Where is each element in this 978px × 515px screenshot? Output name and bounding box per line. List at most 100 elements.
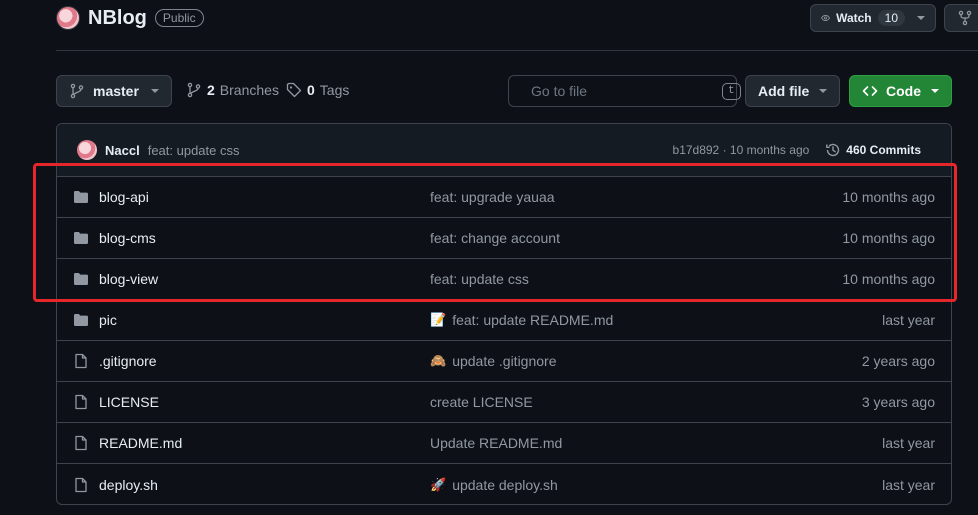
file-row[interactable]: blog-api feat: upgrade yauaa 10 months ago <box>57 177 951 218</box>
commit-time: last year <box>882 435 935 451</box>
commit-message-text: update .gitignore <box>452 353 557 369</box>
commit-time: last year <box>882 476 935 493</box>
add-file-button[interactable]: Add file <box>745 75 840 107</box>
commit-message-text: Update README.md <box>430 435 563 451</box>
fork-button[interactable] <box>944 4 978 32</box>
add-file-label: Add file <box>758 83 810 99</box>
commit-emoji: 🚀 <box>430 476 447 492</box>
branches-link[interactable]: 2 Branches <box>186 82 279 98</box>
code-icon <box>862 86 878 96</box>
commit-message-text: feat: update css <box>430 271 529 287</box>
latest-commit-bar: Naccl feat: update css b17d892 · 10 mont… <box>57 124 951 177</box>
file-name-link[interactable]: pic <box>99 312 430 328</box>
file-name-link[interactable]: LICENSE <box>99 394 430 410</box>
folder-icon <box>74 232 88 244</box>
commit-message-link[interactable]: feat: upgrade yauaa <box>430 189 555 205</box>
file-name-link[interactable]: .gitignore <box>99 353 430 369</box>
commit-message-text: feat: upgrade yauaa <box>430 189 555 205</box>
file-name-link[interactable]: README.md <box>99 435 430 451</box>
shortcut-hint: t <box>722 82 741 100</box>
branch-selector[interactable]: master <box>56 75 172 107</box>
commit-time: 10 months ago <box>842 189 935 205</box>
file-name-link[interactable]: blog-view <box>99 271 430 287</box>
file-icon <box>75 353 87 369</box>
code-button[interactable]: Code <box>849 75 952 107</box>
search-input[interactable] <box>531 83 712 99</box>
chevron-down-icon <box>931 89 939 93</box>
watch-count: 10 <box>877 10 905 26</box>
eye-icon <box>821 15 830 21</box>
folder-icon <box>74 273 88 285</box>
repo-name[interactable]: NBlog <box>88 7 147 30</box>
commit-emoji: 🙈 <box>430 353 447 368</box>
file-row[interactable]: README.md Update README.md last year <box>57 423 951 464</box>
file-name-link[interactable]: deploy.sh <box>99 477 430 493</box>
file-row[interactable]: .gitignore 🙈 update .gitignore 2 years ago <box>57 341 951 382</box>
branch-icon <box>187 82 201 98</box>
file-row[interactable]: LICENSE create LICENSE 3 years ago <box>57 382 951 423</box>
commit-time: 10 months ago <box>842 271 935 287</box>
header-divider <box>56 50 978 51</box>
watch-button[interactable]: Watch 10 <box>810 4 936 32</box>
commit-message-link[interactable]: feat: update css <box>430 271 529 287</box>
commit-hash-time[interactable]: b17d892 · 10 months ago <box>673 143 810 157</box>
tag-icon <box>286 82 302 98</box>
branches-count: 2 <box>207 82 215 98</box>
commits-history-link[interactable]: 460 Commits <box>825 142 921 158</box>
file-row[interactable]: blog-view feat: update css 10 months ago <box>57 259 951 300</box>
file-icon-wrap <box>73 435 89 451</box>
file-list: blog-api feat: upgrade yauaa 10 months ago… <box>57 177 951 504</box>
branch-icon <box>70 83 84 99</box>
folder-icon-wrap <box>73 189 89 205</box>
branches-label: Branches <box>219 82 279 98</box>
folder-icon-wrap <box>73 230 89 246</box>
chevron-down-icon <box>917 16 925 20</box>
visibility-badge: Public <box>154 9 204 27</box>
file-row[interactable]: pic 📝 feat: update README.md last year <box>57 300 951 341</box>
commit-message-link[interactable]: 📝 feat: update README.md <box>430 312 613 328</box>
file-row[interactable]: blog-cms feat: change account 10 months ag… <box>57 218 951 259</box>
chevron-down-icon <box>819 89 827 93</box>
repo-header: NBlog Public <box>56 6 204 30</box>
file-icon <box>75 435 87 451</box>
commit-emoji: 📝 <box>430 312 447 327</box>
tags-label: Tags <box>319 82 350 98</box>
commit-message-link[interactable]: create LICENSE <box>430 394 533 410</box>
history-icon <box>826 143 840 157</box>
commit-message-link[interactable]: Update README.md <box>430 435 562 451</box>
commit-message[interactable]: feat: update css <box>148 143 240 158</box>
file-table: Naccl feat: update css b17d892 · 10 mont… <box>56 123 952 505</box>
commit-message-text: update deploy.sh <box>452 476 558 493</box>
commit-message-link[interactable]: 🙈 update .gitignore <box>430 353 557 369</box>
file-name-link[interactable]: blog-api <box>99 189 430 205</box>
file-row[interactable]: deploy.sh 🚀 update deploy.sh last year <box>57 464 951 504</box>
fork-icon <box>958 10 972 26</box>
author-avatar[interactable] <box>77 140 97 160</box>
file-icon <box>75 477 87 492</box>
commit-time: last year <box>882 312 935 328</box>
file-icon-wrap <box>73 477 89 493</box>
branch-name: master <box>93 83 139 99</box>
tags-link[interactable]: 0 Tags <box>286 82 349 98</box>
file-icon <box>75 394 87 410</box>
chevron-down-icon <box>151 89 159 93</box>
commit-time: 3 years ago <box>861 394 935 410</box>
commit-message-text: feat: update README.md <box>452 312 614 328</box>
commit-message-link[interactable]: 🚀 update deploy.sh <box>430 477 558 493</box>
commit-author[interactable]: Naccl <box>105 143 140 158</box>
owner-avatar[interactable] <box>56 6 80 30</box>
go-to-file-search[interactable]: t <box>508 75 741 107</box>
commit-time: 2 years ago <box>861 353 935 369</box>
commit-message-link[interactable]: feat: change account <box>430 230 560 246</box>
commit-meta: b17d892 · 10 months ago 460 Commits <box>673 142 921 158</box>
watch-label: Watch <box>836 11 872 25</box>
folder-icon-wrap <box>73 312 89 328</box>
commit-message-text: feat: change account <box>430 230 560 246</box>
commit-time: 10 months ago <box>842 230 935 246</box>
folder-icon-wrap <box>73 271 89 287</box>
tags-count: 0 <box>307 82 315 98</box>
code-label: Code <box>886 83 921 99</box>
commit-message-text: create LICENSE <box>430 394 533 410</box>
file-name-link[interactable]: blog-cms <box>99 230 430 246</box>
file-icon-wrap <box>73 394 89 410</box>
